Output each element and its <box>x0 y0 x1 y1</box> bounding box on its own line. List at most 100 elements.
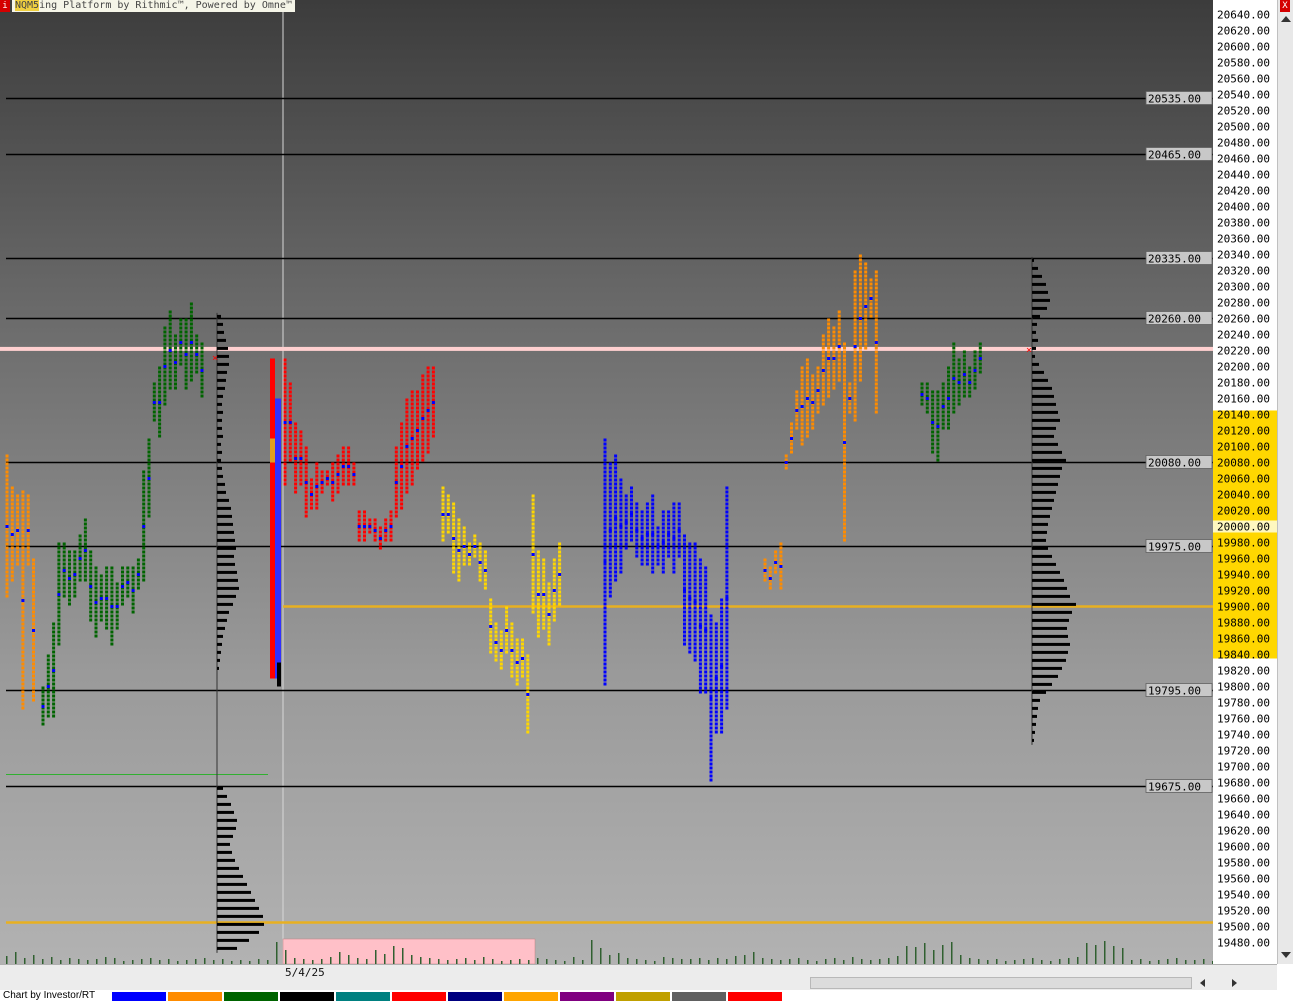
profile-bar <box>217 890 251 894</box>
profile-bar <box>1032 714 1037 718</box>
profile-bar <box>217 610 229 614</box>
tpo-open-marker <box>672 537 676 540</box>
tpo-open-marker <box>827 357 831 360</box>
tpo-open-marker <box>608 529 612 532</box>
volume-bar <box>663 957 665 964</box>
profile-bar <box>217 330 224 334</box>
profile-bar <box>1032 426 1056 430</box>
scroll-up-arrow-icon[interactable] <box>1281 16 1291 22</box>
tpo-open-marker <box>536 593 540 596</box>
profile-bar <box>1032 546 1048 550</box>
profile-bar <box>1032 626 1067 630</box>
profile-bar <box>1032 602 1076 606</box>
tpo-open-marker <box>619 525 623 528</box>
profile-bar <box>1032 538 1046 542</box>
chart-info-button[interactable]: i <box>0 0 10 12</box>
tpo-open-marker <box>94 601 98 604</box>
period-color-swatch <box>728 992 782 1001</box>
profile-bar <box>217 842 230 846</box>
price-axis[interactable]: 19480.00 19500.00 19520.00 19540.00 19560.00… <box>1213 0 1277 964</box>
volume-bar <box>897 956 899 964</box>
tpo-open-marker <box>179 341 183 344</box>
tpo-open-marker <box>189 341 193 344</box>
volume-bar <box>942 945 944 964</box>
tpo-open-marker <box>368 525 372 528</box>
profile-bar <box>1032 354 1035 358</box>
tpo-open-marker <box>105 597 109 600</box>
profile-bar <box>217 530 234 534</box>
tpo-open-marker <box>510 649 514 652</box>
profile-bar <box>1032 682 1052 686</box>
tpo-open-marker <box>315 485 319 488</box>
tpo-period-P7 <box>920 342 982 463</box>
volume-bar <box>573 957 575 964</box>
volume-bar <box>402 948 404 964</box>
highlight-price-label: 20000.00 <box>1217 521 1270 534</box>
price-tick-label: 20160.00 <box>1217 393 1270 406</box>
tpo-period-P4 <box>441 486 562 735</box>
time-axis[interactable]: 5/4/25 <box>0 964 1277 991</box>
price-tick-label: 20240.00 <box>1217 329 1270 342</box>
profile-bar <box>217 474 223 478</box>
tpo-open-marker <box>310 493 313 496</box>
tpo-open-marker <box>32 629 35 632</box>
tpo-open-marker <box>115 605 119 608</box>
scroll-down-arrow-icon[interactable] <box>1281 952 1291 958</box>
reference-level-label: 19975.00 <box>1148 541 1201 554</box>
chart-symbol: NQM5 <box>15 0 40 11</box>
volume-bar <box>483 957 485 964</box>
scroll-left-arrow-icon[interactable] <box>1200 979 1205 987</box>
tpo-period-P3 <box>283 358 435 551</box>
price-tick-label: 20300.00 <box>1217 281 1270 294</box>
profile-bar <box>217 506 231 510</box>
price-tick-label: 19480.00 <box>1217 937 1270 950</box>
price-tick-label: 20380.00 <box>1217 217 1270 230</box>
tpo-open-marker <box>400 465 404 468</box>
volume-bar <box>1086 943 1088 964</box>
reference-level-label: 20080.00 <box>1148 457 1201 470</box>
tpo-open-marker <box>394 481 398 484</box>
profile-bar <box>1032 258 1034 262</box>
period-color-swatch <box>336 992 390 1001</box>
profile-bar <box>217 906 259 910</box>
market-profile-chart: × × 20535.00 20465.00 20335.00 20260.00 20080.… <box>0 0 1213 964</box>
price-tick-label: 20260.00 <box>1217 313 1270 326</box>
profile-bar <box>217 930 259 934</box>
tpo-open-marker <box>832 357 836 360</box>
profile-bar <box>217 874 243 878</box>
tpo-open-marker <box>720 665 724 668</box>
tpo-open-marker <box>667 533 671 536</box>
profile-bar <box>217 450 222 454</box>
profile-bar <box>217 922 264 926</box>
close-chart-button[interactable]: X <box>1280 0 1290 12</box>
tpo-open-marker <box>698 625 702 628</box>
profile-bar <box>1032 690 1046 694</box>
tpo-open-marker <box>347 465 351 468</box>
tpo-open-marker <box>357 525 361 528</box>
tpo-open-marker <box>389 525 393 528</box>
profile-bar <box>1032 634 1068 638</box>
profile-bar <box>217 546 236 550</box>
tpo-open-marker <box>320 481 324 484</box>
profile-bar <box>217 346 228 350</box>
chart-area[interactable]: × × 20535.00 20465.00 20335.00 20260.00 20080.… <box>0 0 1213 964</box>
tpo-open-marker <box>489 625 493 628</box>
price-tick-label: 19880.00 <box>1217 617 1270 630</box>
profile-bar <box>1032 522 1048 526</box>
profile-bar <box>217 578 238 582</box>
tpo-open-marker <box>174 361 177 364</box>
vertical-scrollbar[interactable]: X <box>1277 0 1293 964</box>
scroll-right-arrow-icon[interactable] <box>1232 979 1237 987</box>
tpo-open-marker <box>452 537 456 540</box>
horizontal-scroll-thumb[interactable] <box>810 977 1192 989</box>
tpo-open-marker <box>920 393 924 396</box>
profile-bar <box>1032 658 1066 662</box>
profile-bar <box>1032 410 1058 414</box>
price-tick-label: 20480.00 <box>1217 137 1270 150</box>
profile-bar <box>1032 738 1034 742</box>
profile-bar <box>1032 418 1060 422</box>
profile-bar <box>217 618 227 622</box>
current-price-marker: × <box>1026 345 1032 356</box>
price-tick-label: 20500.00 <box>1217 121 1270 134</box>
price-tick-label: 19640.00 <box>1217 809 1270 822</box>
